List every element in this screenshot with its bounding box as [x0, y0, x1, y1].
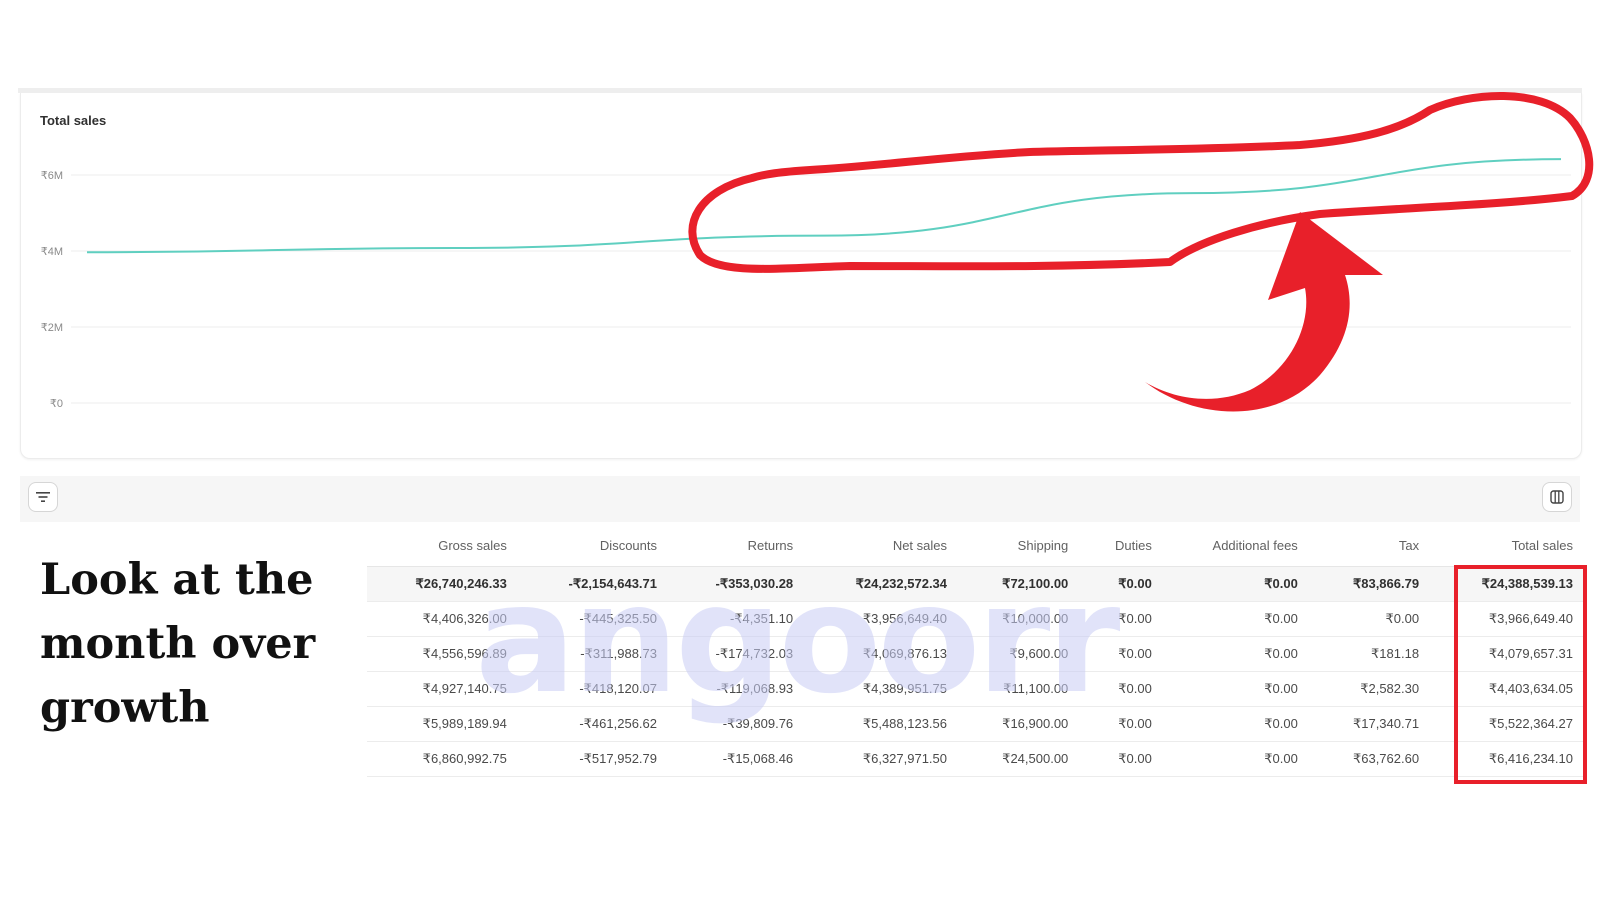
y-tick-label: ₹6M [41, 170, 63, 182]
header-discounts[interactable]: Discounts [520, 524, 671, 567]
table-cell: ₹0.00 [1165, 636, 1312, 672]
table-cell: ₹0.00 [1165, 706, 1312, 742]
table-row: ₹6,860,992.75 -₹517,952.79 -₹15,068.46 ₹… [367, 741, 1587, 777]
header-gross-sales[interactable]: Gross sales [367, 524, 521, 567]
table-cell: ₹181.18 [1311, 636, 1434, 672]
sales-table: Gross sales Discounts Returns Net sales … [367, 524, 1587, 777]
table-total-row: ₹26,740,246.33 -₹2,154,643.71 -₹353,030.… [367, 566, 1587, 602]
table-cell: ₹83,866.79 [1311, 566, 1434, 602]
table-cell: -₹311,988.73 [520, 636, 671, 672]
table-cell: ₹3,956,649.40 [807, 601, 962, 637]
header-returns[interactable]: Returns [671, 524, 808, 567]
table-cell: -₹418,120.07 [520, 671, 671, 707]
table-cell: ₹5,522,364.27 [1433, 706, 1587, 742]
table-cell: ₹4,079,657.31 [1433, 636, 1587, 672]
table-cell: ₹4,406,326.00 [367, 601, 521, 637]
y-tick-label: ₹0 [50, 398, 63, 410]
table-cell: -₹4,351.10 [671, 601, 808, 637]
table-cell: ₹0.00 [1082, 566, 1166, 602]
y-tick-label: ₹2M [41, 322, 63, 334]
header-net-sales[interactable]: Net sales [807, 524, 962, 567]
table-toolbar [20, 476, 1580, 522]
table-cell: ₹11,100.00 [961, 671, 1083, 707]
table-cell: ₹10,000.00 [961, 601, 1083, 637]
total-sales-line-chart: ₹0 ₹2M ₹4M ₹6M [41, 158, 1571, 410]
table-cell: ₹0.00 [1082, 706, 1166, 742]
annotation-caption: Look at the month over growth [40, 555, 316, 733]
table-header-row: Gross sales Discounts Returns Net sales … [367, 524, 1587, 567]
total-sales-chart-card: Total sales ₹0 ₹2M ₹4M ₹6M [20, 93, 1582, 459]
table-cell: ₹24,232,572.34 [807, 566, 962, 602]
table-cell: ₹4,556,596.89 [367, 636, 521, 672]
table-cell: -₹445,325.50 [520, 601, 671, 637]
table-cell: ₹0.00 [1165, 671, 1312, 707]
table-cell: ₹0.00 [1165, 601, 1312, 637]
table-cell: ₹5,488,123.56 [807, 706, 962, 742]
table-cell: ₹0.00 [1082, 741, 1166, 777]
header-shipping[interactable]: Shipping [961, 524, 1083, 567]
header-tax[interactable]: Tax [1311, 524, 1434, 567]
table-cell: ₹0.00 [1082, 671, 1166, 707]
table-cell: -₹517,952.79 [520, 741, 671, 777]
table-cell: ₹6,416,234.10 [1433, 741, 1587, 777]
table-cell: ₹26,740,246.33 [367, 566, 521, 602]
table-cell: -₹174,732.03 [671, 636, 808, 672]
table-cell: ₹17,340.71 [1311, 706, 1434, 742]
table-cell: -₹461,256.62 [520, 706, 671, 742]
table-row: ₹4,927,140.75 -₹418,120.07 -₹119,068.93 … [367, 671, 1587, 707]
header-additional-fees[interactable]: Additional fees [1165, 524, 1312, 567]
table-cell: ₹3,966,649.40 [1433, 601, 1587, 637]
table-cell: ₹0.00 [1082, 636, 1166, 672]
table-cell: -₹119,068.93 [671, 671, 808, 707]
table-cell: ₹0.00 [1165, 566, 1312, 602]
table-cell: -₹39,809.76 [671, 706, 808, 742]
table-cell: ₹2,582.30 [1311, 671, 1434, 707]
table-row: ₹4,406,326.00 -₹445,325.50 -₹4,351.10 ₹3… [367, 601, 1587, 637]
table-cell: ₹0.00 [1311, 601, 1434, 637]
header-duties[interactable]: Duties [1082, 524, 1166, 567]
table-cell: ₹63,762.60 [1311, 741, 1434, 777]
filter-icon [36, 492, 50, 502]
header-total-sales[interactable]: Total sales [1433, 524, 1587, 567]
table-cell: ₹9,600.00 [961, 636, 1083, 672]
table-cell: ₹72,100.00 [961, 566, 1083, 602]
table-cell: ₹24,388,539.13 [1433, 566, 1587, 602]
table-cell: -₹353,030.28 [671, 566, 808, 602]
table-cell: ₹5,989,189.94 [367, 706, 521, 742]
series-line [86, 158, 1562, 254]
table-cell: -₹15,068.46 [671, 741, 808, 777]
y-tick-label: ₹4M [41, 246, 63, 258]
table-row: ₹5,989,189.94 -₹461,256.62 -₹39,809.76 ₹… [367, 706, 1587, 742]
table-cell: ₹0.00 [1165, 741, 1312, 777]
table-cell: ₹6,327,971.50 [807, 741, 962, 777]
table-cell: -₹2,154,643.71 [520, 566, 671, 602]
table-cell: ₹4,389,951.75 [807, 671, 962, 707]
table-row: ₹4,556,596.89 -₹311,988.73 -₹174,732.03 … [367, 636, 1587, 672]
table-cell: ₹0.00 [1082, 601, 1166, 637]
table-cell: ₹4,069,876.13 [807, 636, 962, 672]
columns-icon [1550, 490, 1564, 504]
table-cell: ₹16,900.00 [961, 706, 1083, 742]
table-cell: ₹6,860,992.75 [367, 741, 521, 777]
table-cell: ₹4,403,634.05 [1433, 671, 1587, 707]
filter-button[interactable] [28, 482, 58, 512]
table-cell: ₹4,927,140.75 [367, 671, 521, 707]
columns-button[interactable] [1542, 482, 1572, 512]
table-cell: ₹24,500.00 [961, 741, 1083, 777]
